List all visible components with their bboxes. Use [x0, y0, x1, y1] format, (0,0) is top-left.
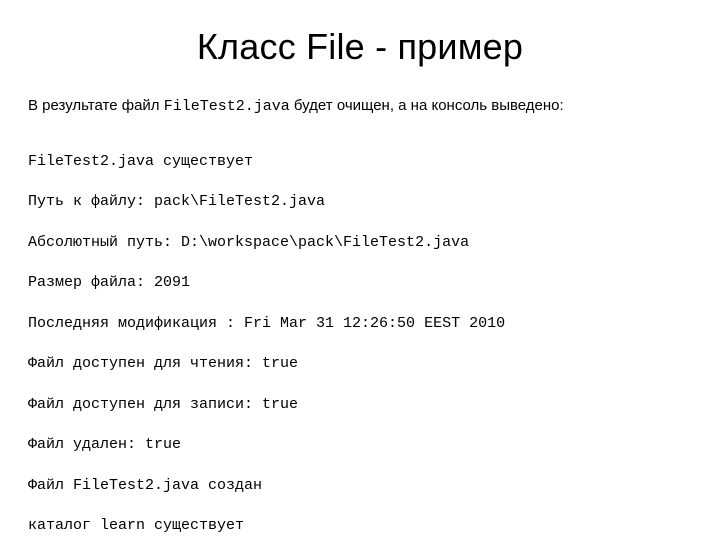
slide-title: Класс File - пример: [28, 26, 692, 68]
slide: Класс File - пример В результате файл Fi…: [0, 0, 720, 540]
console-line: Файл удален: true: [28, 435, 692, 455]
console-line: Файл доступен для записи: true: [28, 395, 692, 415]
console-line: FileTest2.java существует: [28, 152, 692, 172]
console-line: Файл FileTest2.java создан: [28, 476, 692, 496]
intro-code-filename: FileTest2.java: [164, 98, 290, 115]
console-line: каталог learn существует: [28, 516, 692, 536]
intro-text-prefix: В результате файл: [28, 97, 164, 114]
console-line: Файл доступен для чтения: true: [28, 354, 692, 374]
console-line: Последняя модификация : Fri Mar 31 12:26…: [28, 314, 692, 334]
intro-paragraph: В результате файл FileTest2.java будет о…: [28, 96, 692, 117]
console-line: Размер файла: 2091: [28, 273, 692, 293]
console-line: Путь к файлу: pack\FileTest2.java: [28, 192, 692, 212]
console-line: Абсолютный путь: D:\workspace\pack\FileT…: [28, 233, 692, 253]
intro-text-suffix: будет очищен, а на консоль выведено:: [290, 97, 564, 114]
console-output: FileTest2.java существует Путь к файлу: …: [28, 131, 692, 540]
